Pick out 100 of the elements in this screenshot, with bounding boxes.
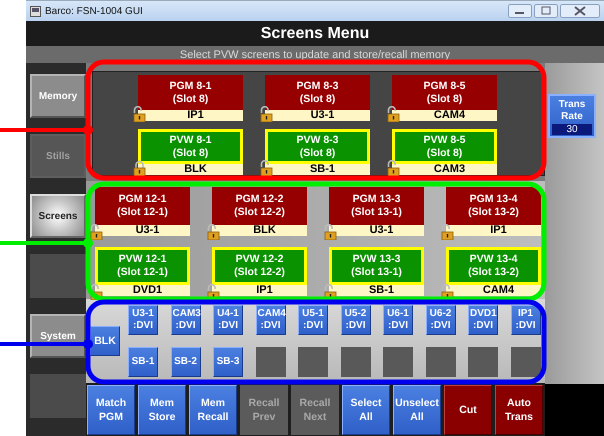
screen-name: PVW 8-3 (296, 134, 338, 146)
source-button[interactable]: U4-1 :DVI (213, 305, 243, 335)
source-label: CAM4 (446, 285, 541, 296)
program-screen-button[interactable]: PGM 8-1 (Slot 8) (138, 75, 243, 110)
source-button[interactable]: SB-3 (213, 347, 243, 377)
program-screen-button[interactable]: PGM 12-2 (Slot 12-2) (212, 187, 307, 225)
source-button[interactable]: U5-1 :DVI (298, 305, 328, 335)
preview-screen-button[interactable]: PVW 8-1 (Slot 8) (138, 129, 243, 164)
trans-rate-value: 30 (552, 124, 592, 135)
app-icon (30, 6, 41, 16)
action-button[interactable]: Cut (444, 385, 492, 435)
action-button[interactable]: Match PGM (87, 385, 135, 435)
action-button[interactable]: Auto Trans (495, 385, 543, 435)
screen-name: PVW 12-2 (236, 253, 284, 266)
source-button[interactable]: CAM4 :DVI (256, 305, 286, 335)
source-button[interactable]: SB-2 (170, 347, 200, 377)
slot-label: (Slot 8) (172, 146, 208, 160)
source-label: IP1 (138, 110, 243, 121)
source-label: CAM3 (392, 164, 497, 175)
preview-screen-button[interactable]: PVW 13-4 (Slot 13-2) (446, 247, 541, 285)
program-screen-button[interactable]: PGM 13-3 (Slot 13-1) (329, 187, 424, 225)
action-button[interactable]: Mem Store (138, 385, 186, 435)
source-label: U3-1 (329, 225, 424, 236)
minimize-button[interactable] (508, 4, 532, 18)
source-label: BLK (212, 225, 307, 236)
slot-label: (Slot 13-2) (468, 266, 519, 279)
slot-label: (Slot 8) (300, 146, 336, 160)
padlock-icon[interactable] (90, 224, 103, 240)
padlock-icon[interactable] (260, 106, 273, 122)
source-label: DVD1 (95, 285, 190, 296)
preview-screen-button[interactable]: PVW 13-3 (Slot 13-1) (329, 247, 424, 285)
source-label: IP1 (212, 285, 307, 296)
slot-label: (Slot 12-1) (117, 206, 168, 219)
empty-source-slot (426, 347, 456, 377)
source-label: SB-1 (329, 285, 424, 296)
padlock-icon[interactable] (260, 160, 273, 176)
screen-name: PGM 8-5 (423, 80, 466, 92)
source-label: BLK (138, 164, 243, 175)
trans-rate-button[interactable]: Trans Rate 30 (548, 94, 596, 138)
padlock-icon[interactable] (441, 224, 454, 240)
screen-name: PGM 12-1 (118, 193, 166, 206)
source-button[interactable]: CAM3 :DVI (170, 305, 200, 335)
source-button[interactable]: U6-1 :DVI (383, 305, 413, 335)
source-button[interactable]: DVD1 :DVI (468, 305, 498, 335)
empty-source-slot (256, 347, 286, 377)
source-label: U3-1 (95, 225, 190, 236)
preview-screen-button[interactable]: PVW 12-2 (Slot 12-2) (212, 247, 307, 285)
program-screen-button[interactable]: PGM 8-3 (Slot 8) (265, 75, 370, 110)
slot-label: (Slot 13-1) (351, 266, 402, 279)
screen-name: PGM 8-3 (296, 80, 338, 92)
empty-source-slot (510, 347, 540, 377)
action-button[interactable]: Select All (342, 385, 390, 435)
sidebar-tab[interactable]: Memory (30, 74, 86, 118)
source-label: U3-1 (265, 110, 370, 121)
slot-label: (Slot 12-2) (234, 206, 285, 219)
screen-name: PVW 13-3 (352, 253, 400, 266)
preview-screen-button[interactable]: PVW 12-1 (Slot 12-1) (95, 247, 190, 285)
source-label: CAM4 (392, 110, 497, 121)
padlock-icon[interactable] (133, 106, 146, 122)
slot-label: (Slot 8) (172, 92, 208, 106)
source-button[interactable]: U5-2 :DVI (340, 305, 370, 335)
padlock-icon[interactable] (387, 106, 400, 122)
sidebar-tab[interactable]: Screens (30, 194, 86, 238)
close-button[interactable] (560, 4, 600, 18)
menu-title: Screens Menu (26, 21, 604, 46)
program-screen-button[interactable]: PGM 8-5 (Slot 8) (392, 75, 497, 110)
empty-source-slot (383, 347, 413, 377)
source-label: IP1 (446, 225, 541, 236)
slot-label: (Slot 12-1) (117, 266, 168, 279)
source-button[interactable]: U3-1 :DVI (128, 305, 158, 335)
source-label: SB-1 (265, 164, 370, 175)
window-title: Barco: FSN-1004 GUI (45, 6, 144, 16)
screen-name: PGM 13-4 (470, 193, 518, 206)
screen-name: PGM 8-1 (169, 80, 212, 92)
source-button[interactable]: U6-2 :DVI (426, 305, 456, 335)
trans-rate-label: Trans Rate (558, 99, 586, 123)
empty-source-slot (340, 347, 370, 377)
screen-name: PVW 8-5 (423, 134, 466, 146)
empty-source-slot (298, 347, 328, 377)
program-screen-button[interactable]: PGM 12-1 (Slot 12-1) (95, 187, 190, 225)
padlock-icon[interactable] (207, 224, 220, 240)
action-button[interactable]: Unselect All (393, 385, 441, 435)
maximize-button[interactable] (534, 4, 558, 18)
slot-label: (Slot 8) (426, 146, 462, 160)
screen-name: PVW 8-1 (169, 134, 212, 146)
action-button[interactable]: Mem Recall (189, 385, 237, 435)
sidebar-tab[interactable]: System (30, 314, 86, 358)
source-button[interactable]: BLK (90, 326, 120, 356)
screen-name: PGM 13-3 (352, 193, 400, 206)
preview-screen-button[interactable]: PVW 8-3 (Slot 8) (265, 129, 370, 164)
padlock-icon[interactable] (324, 224, 337, 240)
slot-label: (Slot 13-2) (468, 206, 519, 219)
source-button[interactable]: SB-1 (128, 347, 158, 377)
padlock-icon[interactable] (387, 160, 400, 176)
screen-name: PVW 12-1 (118, 253, 166, 266)
preview-screen-button[interactable]: PVW 8-5 (Slot 8) (392, 129, 497, 164)
program-screen-button[interactable]: PGM 13-4 (Slot 13-2) (446, 187, 541, 225)
slot-label: (Slot 8) (300, 92, 336, 106)
padlock-icon[interactable] (133, 160, 146, 176)
source-button[interactable]: IP1 :DVI (510, 305, 540, 335)
